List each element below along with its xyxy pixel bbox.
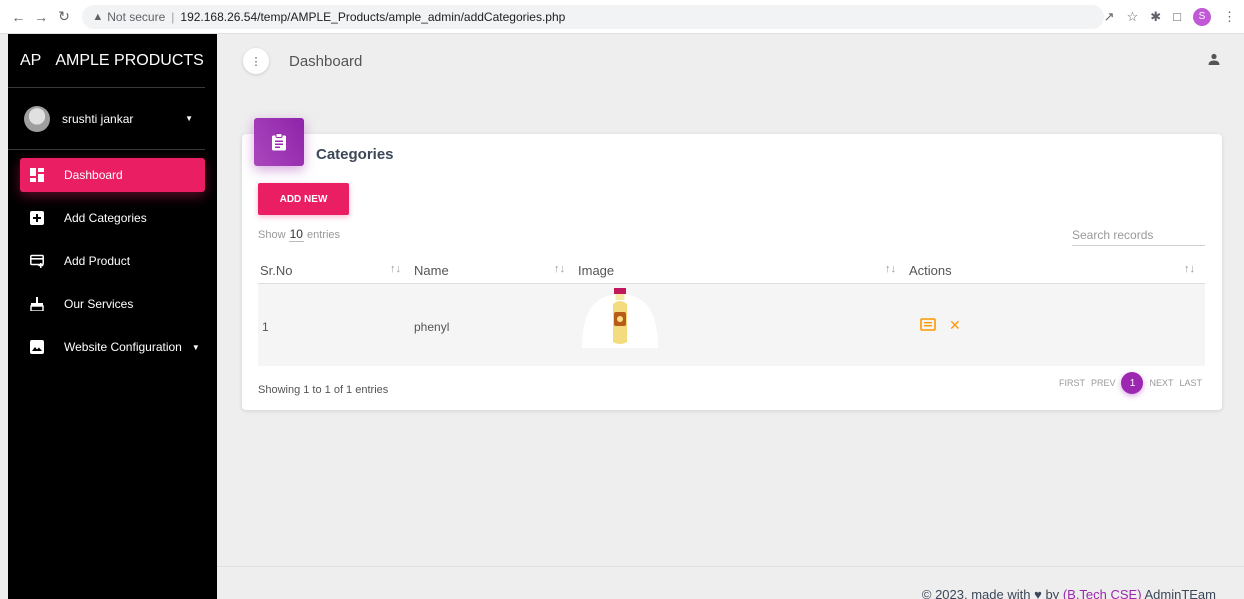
footer-team: AdminTEam: [1144, 587, 1216, 599]
page-prev-button[interactable]: PREV: [1091, 378, 1116, 388]
pagination: FIRST PREV 1 NEXT LAST: [1059, 372, 1202, 394]
page-next-button[interactable]: NEXT: [1149, 378, 1173, 388]
sidebar-item-label: Add Categories: [64, 211, 147, 225]
profile-avatar[interactable]: S: [1193, 7, 1211, 26]
person-icon[interactable]: [1208, 52, 1220, 70]
add-card-icon: [30, 254, 44, 268]
footer-team-link[interactable]: (B.Tech CSE): [1063, 587, 1142, 599]
heart-icon: ♥: [1034, 587, 1042, 599]
sidebar-item-add-categories[interactable]: Add Categories: [20, 201, 205, 235]
image-icon: [30, 340, 44, 354]
sidebar-item-website-configuration[interactable]: Website Configuration ▼: [20, 330, 205, 364]
footer-by: by: [1045, 587, 1060, 599]
page-first-button[interactable]: FIRST: [1059, 378, 1085, 388]
dashboard-icon: [30, 168, 44, 182]
sidebar-item-label: Website Configuration: [64, 340, 182, 354]
sidebar-menu: Dashboard Add Categories Add Product Our…: [8, 158, 217, 364]
table-header: Sr.No ↑↓ Name ↑↓ Image ↑↓ Actions ↑↓: [258, 258, 1205, 284]
user-name: srushti jankar: [62, 111, 134, 126]
sidebar-item-label: Dashboard: [64, 168, 123, 182]
address-bar[interactable]: ▲ Not secure | 192.168.26.54/temp/AMPLE_…: [82, 4, 1104, 29]
column-header-name[interactable]: Name: [414, 263, 449, 278]
edit-icon[interactable]: [920, 318, 936, 335]
assignment-icon: [254, 118, 304, 166]
search-input[interactable]: [1072, 224, 1205, 246]
cleaning-icon: [30, 297, 44, 311]
back-icon[interactable]: ←: [8, 6, 29, 28]
add-new-button[interactable]: ADD NEW: [258, 183, 349, 215]
sidepanel-icon[interactable]: □: [1173, 9, 1181, 24]
sidebar: AP AMPLE PRODUCTS srushti jankar ▼ Dashb…: [8, 34, 217, 599]
brand-name: AMPLE PRODUCTS: [55, 51, 204, 69]
column-header-image[interactable]: Image: [578, 263, 614, 278]
footer-prefix: © 2023, made with: [921, 587, 1031, 599]
brand[interactable]: AP AMPLE PRODUCTS: [8, 34, 205, 88]
table-info: Showing 1 to 1 of 1 entries: [258, 384, 389, 396]
cell-srno: 1: [262, 320, 269, 334]
page-title: Dashboard: [289, 52, 363, 70]
product-image: [580, 286, 660, 348]
caret-down-icon: ▼: [191, 342, 200, 352]
sidebar-item-label: Add Product: [64, 254, 131, 268]
security-label: Not secure: [107, 9, 166, 24]
sidebar-item-add-product[interactable]: Add Product: [20, 244, 205, 278]
sidebar-item-label: Our Services: [64, 297, 134, 311]
sort-icon[interactable]: ↑↓: [1184, 263, 1195, 275]
table-row: 1 phenyl ✕: [258, 284, 1205, 366]
column-header-srno[interactable]: Sr.No: [260, 263, 293, 278]
url-text: 192.168.26.54/temp/AMPLE_Products/ample_…: [180, 9, 566, 24]
sort-icon[interactable]: ↑↓: [390, 263, 401, 275]
entries-select[interactable]: 10: [288, 227, 304, 242]
sidebar-item-dashboard[interactable]: Dashboard: [20, 158, 205, 192]
footer-text: © 2023, made with ♥ by (B.Tech CSE) Admi…: [922, 587, 1216, 599]
forward-icon[interactable]: →: [31, 6, 52, 28]
delete-icon[interactable]: ✕: [949, 317, 961, 334]
topbar: ⋮ Dashboard: [217, 34, 1244, 88]
user-menu[interactable]: srushti jankar ▼: [8, 88, 205, 150]
show-suffix: entries: [307, 229, 341, 241]
address-separator: |: [171, 9, 175, 24]
cell-name: phenyl: [414, 320, 450, 334]
sidebar-item-our-services[interactable]: Our Services: [20, 287, 205, 321]
browser-toolbar: ← → ↻ ▲ Not secure | 192.168.26.54/temp/…: [0, 0, 1244, 34]
sort-icon[interactable]: ↑↓: [554, 263, 565, 275]
footer: © 2023, made with ♥ by (B.Tech CSE) Admi…: [217, 566, 1244, 599]
column-header-actions[interactable]: Actions: [909, 263, 952, 278]
caret-down-icon: ▼: [185, 114, 193, 123]
page-last-button[interactable]: LAST: [1179, 378, 1202, 388]
show-prefix: Show: [258, 229, 286, 241]
page-current-button[interactable]: 1: [1121, 372, 1144, 394]
sort-icon[interactable]: ↑↓: [885, 263, 896, 275]
extensions-icon[interactable]: ✱: [1150, 9, 1161, 25]
more-menu-icon[interactable]: ⋮: [1223, 9, 1236, 25]
more-vert-icon[interactable]: ⋮: [243, 48, 269, 74]
card-title: Categories: [316, 146, 394, 163]
categories-card: Categories ADD NEW Show 10 entries Sr.No…: [242, 118, 1222, 410]
brand-mini: AP: [20, 51, 42, 69]
share-icon[interactable]: ↗: [1104, 9, 1115, 25]
add-box-icon: [30, 211, 44, 225]
star-icon[interactable]: ☆: [1127, 9, 1139, 25]
avatar: [24, 105, 50, 132]
warning-icon: ▲: [92, 10, 104, 23]
reload-icon[interactable]: ↻: [54, 6, 75, 28]
show-entries: Show 10 entries: [258, 227, 341, 242]
